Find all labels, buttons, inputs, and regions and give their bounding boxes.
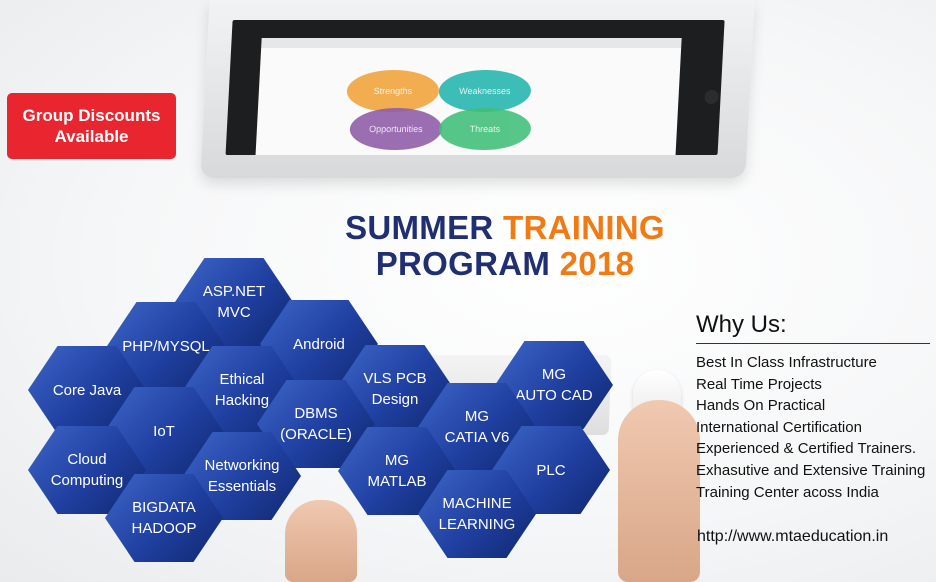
badge-line-2: Available: [54, 127, 129, 146]
title-training: TRAINING: [503, 209, 665, 246]
hex-line: Essentials: [207, 478, 277, 495]
program-title: SUMMER TRAINING PROGRAM 2018: [300, 210, 710, 282]
badge-line-1: Group Discounts: [22, 106, 161, 125]
right-hand-image: [618, 400, 700, 582]
hex-line: CATIA V6: [444, 429, 510, 446]
hex-line: MACHINE: [442, 495, 512, 512]
why-us-item: Hands On Practical: [696, 397, 826, 415]
hex-line: Core Java: [52, 381, 122, 399]
why-us-divider: [696, 343, 930, 344]
hex-line: Networking: [204, 457, 280, 474]
monitor-screen: Strengths Weaknesses Opportunities Threa…: [225, 20, 725, 155]
hex-line: MATLAB: [367, 473, 427, 490]
hex-line: BIGDATA: [132, 499, 196, 516]
group-discount-badge: Group Discounts Available: [7, 93, 176, 159]
hex-line: Design: [371, 391, 419, 408]
hex-line: VLS PCB: [363, 370, 427, 387]
hex-line: MG: [464, 408, 490, 425]
hex-line: Ethical: [219, 371, 265, 388]
website-url: http://www.mtaeducation.in: [697, 528, 889, 545]
hex-line: PHP/MYSQL: [122, 337, 210, 355]
title-summer: SUMMER: [345, 209, 494, 246]
hex-line: MG: [541, 366, 567, 383]
why-us-item: International Certification: [696, 418, 862, 436]
why-us-item: Exhasutive and Extensive Training: [696, 461, 926, 479]
why-us-item: Experienced & Certified Trainers.: [696, 440, 917, 458]
monitor-image: Strengths Weaknesses Opportunities Threa…: [200, 0, 755, 178]
promo-banner: Strengths Weaknesses Opportunities Threa…: [0, 0, 936, 582]
hex-line: HADOOP: [131, 520, 197, 537]
hex-line: Hacking: [214, 392, 270, 409]
browser-tab-bar: [261, 38, 682, 48]
title-program: PROGRAM: [375, 245, 551, 282]
hex-line: Computing: [50, 472, 124, 489]
hex-line: AUTO CAD: [515, 387, 593, 404]
hex-line: PLC: [536, 461, 566, 479]
why-us-heading: Why Us:: [696, 311, 787, 338]
hex-line: Cloud: [67, 451, 107, 468]
hex-line: MG: [384, 452, 410, 469]
left-hand-image: [285, 500, 357, 582]
why-us-item: Training Center acoss India: [696, 483, 879, 501]
hex-line: LEARNING: [438, 516, 516, 533]
hex-line: IoT: [153, 422, 175, 440]
hex-line: (ORACLE): [280, 426, 352, 443]
title-year: 2018: [559, 245, 635, 282]
hex-line: DBMS: [294, 405, 338, 422]
hex-line: MVC: [217, 304, 251, 321]
why-us-list: Best In Class Infrastructure Real Time P…: [696, 352, 925, 503]
why-us-item: Real Time Projects: [696, 375, 822, 393]
why-us-item: Best In Class Infrastructure: [696, 354, 877, 371]
hex-line: Android: [293, 335, 345, 353]
hex-line: ASP.NET: [202, 283, 266, 300]
